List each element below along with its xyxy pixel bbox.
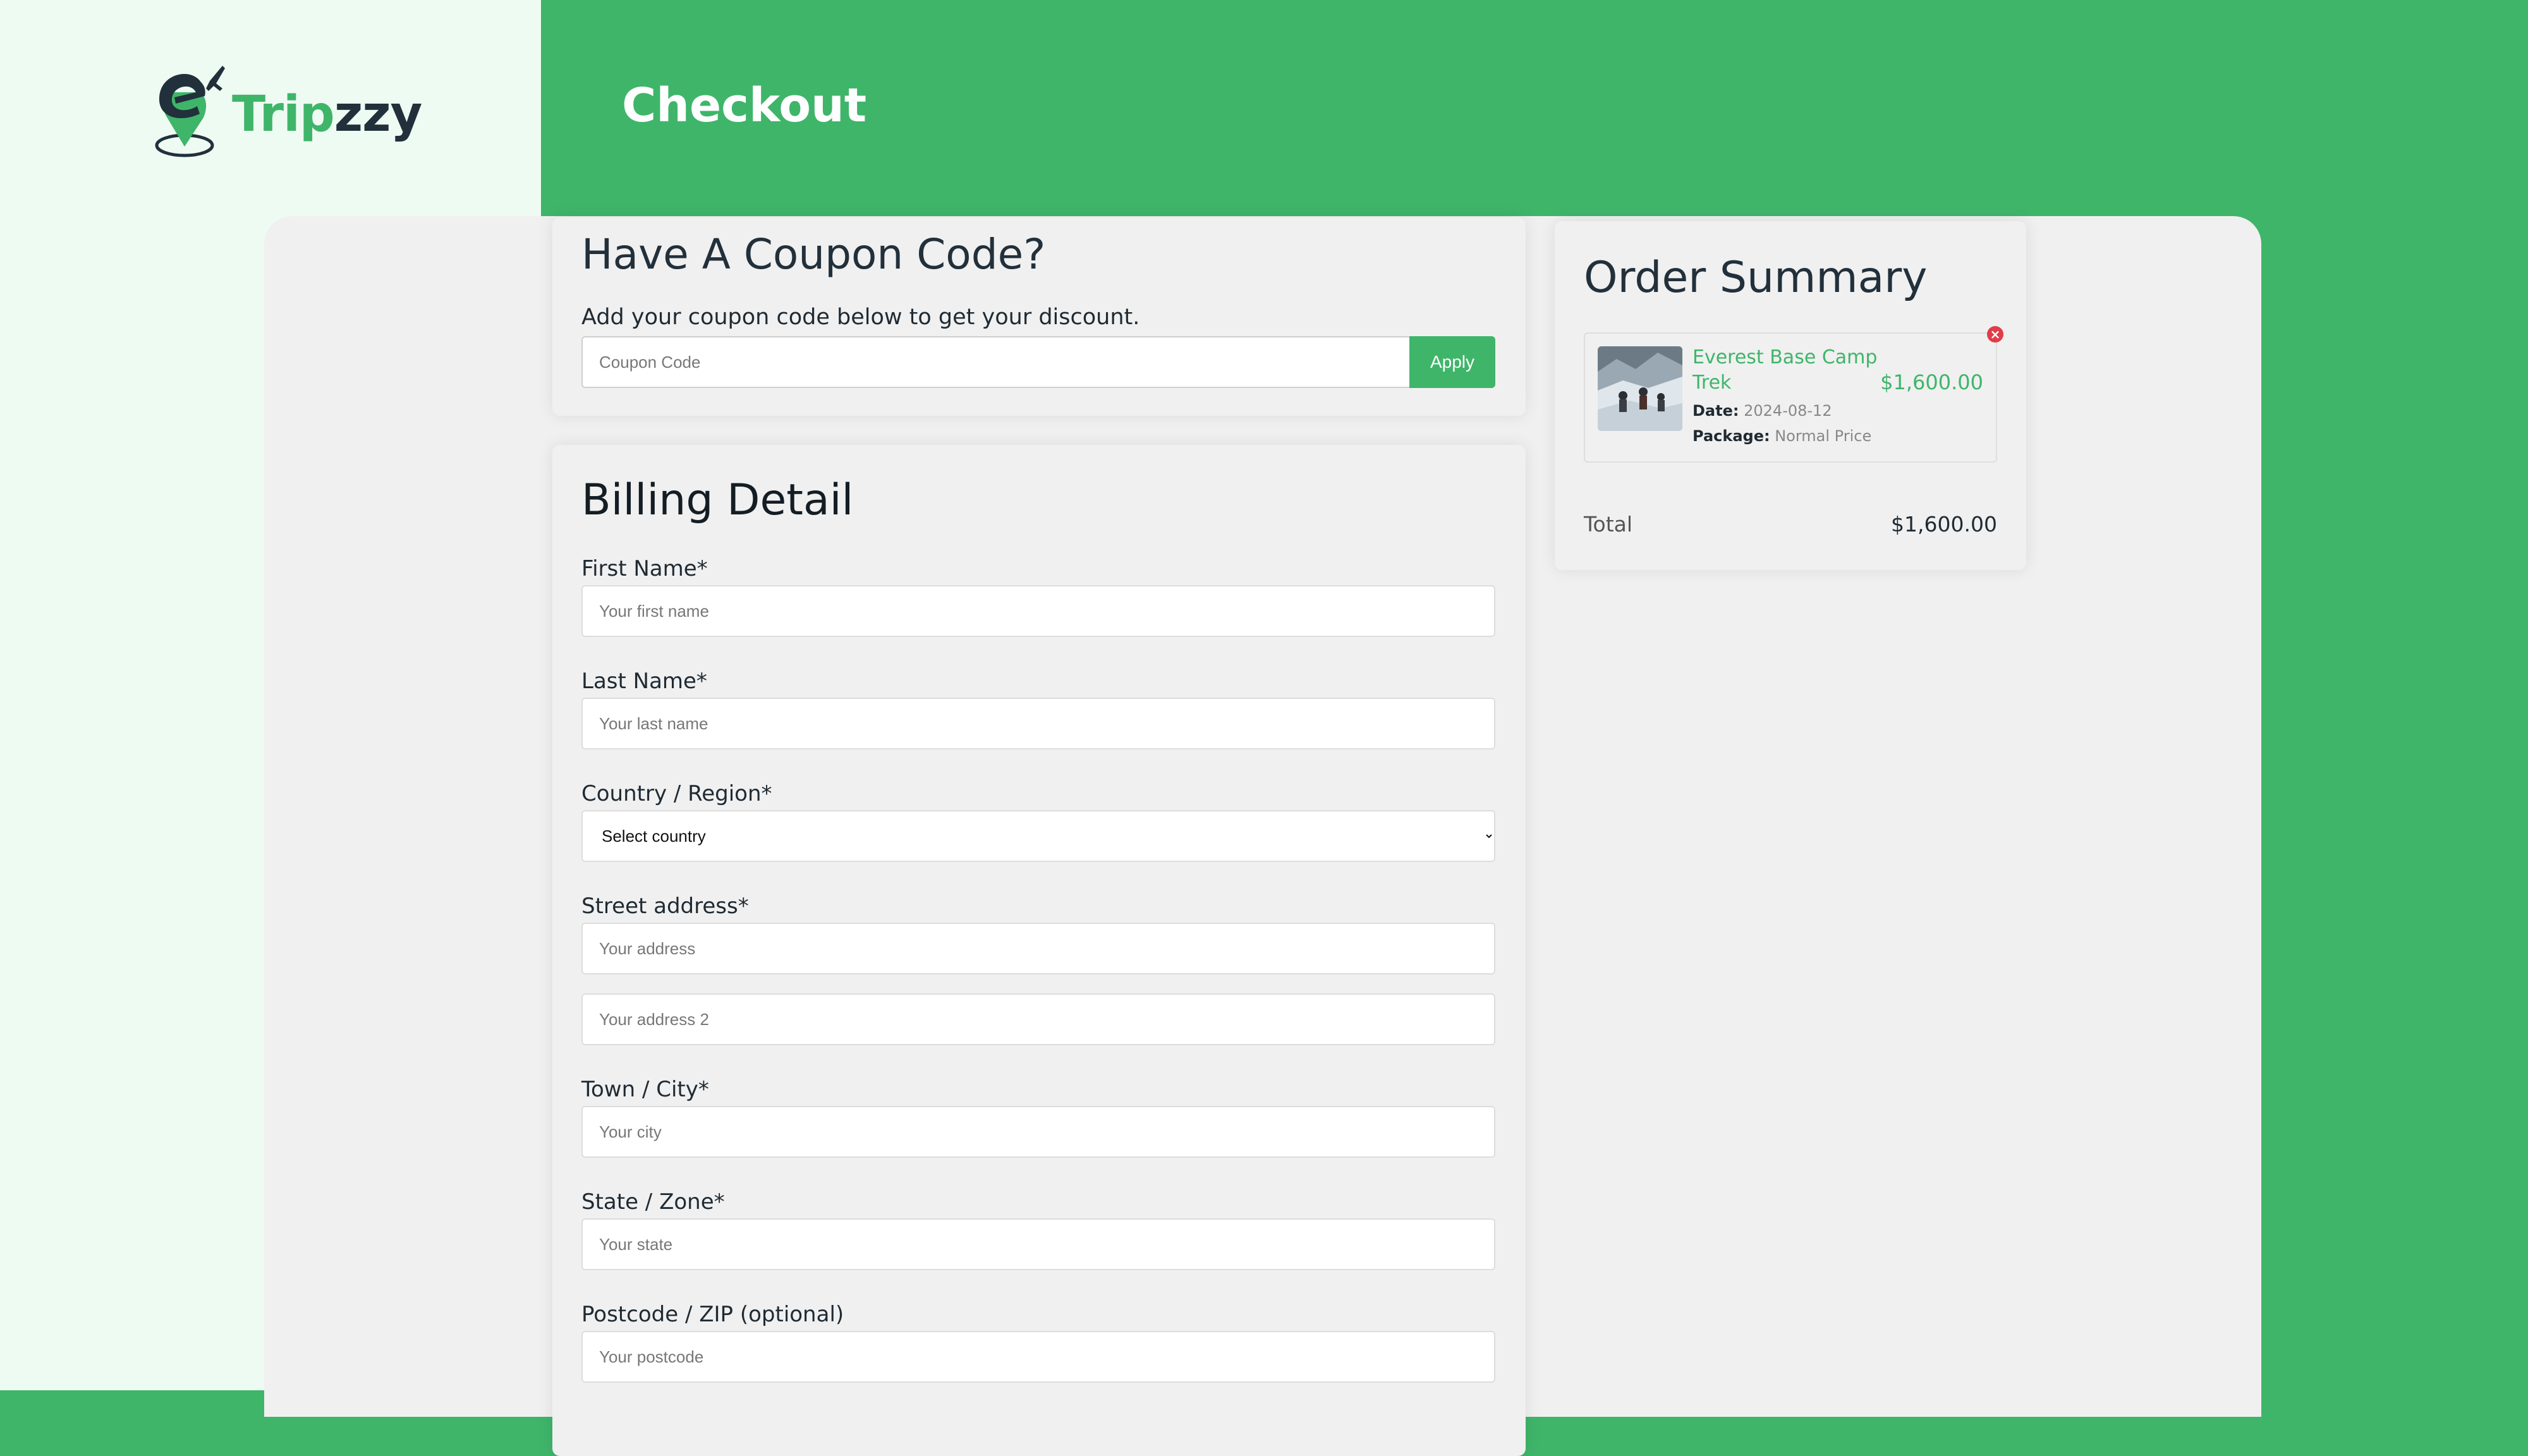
country-label: Country / Region* (581, 781, 772, 806)
coupon-card: Have A Coupon Code? Add your coupon code… (552, 217, 1526, 416)
trip-name-link[interactable]: Everest Base Camp Trek (1692, 345, 1882, 396)
map-pin-plane-icon (155, 66, 225, 157)
checkout-content: Have A Coupon Code? Add your coupon code… (264, 216, 2261, 1456)
order-item: × Everest Base Camp Trek $1,600.00 Date: (1584, 326, 2003, 463)
city-label: Town / City* (581, 1077, 709, 1102)
page-title: Checkout (622, 78, 867, 133)
item-date: Date: 2024-08-12 (1692, 402, 1832, 420)
order-summary-card: Order Summary × Everest Base Camp Trek $… (1555, 221, 2026, 570)
item-package: Package: Normal Price (1692, 427, 1871, 445)
coupon-form: Apply (581, 336, 1495, 388)
last-name-field[interactable] (581, 698, 1495, 749)
total-value: $1,600.00 (1891, 512, 1997, 537)
billing-title: Billing Detail (581, 475, 854, 525)
tripzzy-logo[interactable]: Tripzzy (152, 59, 422, 161)
package-value: Normal Price (1775, 427, 1872, 445)
brand-name: Tripzzy (232, 86, 422, 143)
total-label: Total (1584, 512, 1633, 537)
first-name-label: First Name* (581, 556, 708, 581)
date-label: Date: (1692, 402, 1739, 420)
trip-thumbnail (1598, 346, 1682, 431)
address2-field[interactable] (581, 993, 1495, 1045)
brand-name-part2: zzy (334, 86, 423, 143)
postcode-label: Postcode / ZIP (optional) (581, 1302, 844, 1327)
state-label: State / Zone* (581, 1189, 725, 1215)
brand-name-part1: Trip (232, 86, 335, 143)
city-field[interactable] (581, 1106, 1495, 1158)
street-address-label: Street address* (581, 894, 749, 919)
coupon-code-input[interactable] (581, 336, 1409, 388)
close-circle-icon[interactable]: × (1987, 326, 2003, 343)
coupon-title: Have A Coupon Code? (581, 230, 1046, 279)
apply-coupon-button[interactable]: Apply (1409, 336, 1495, 388)
state-field[interactable] (581, 1218, 1495, 1270)
country-select[interactable]: Select country (581, 810, 1495, 862)
coupon-description: Add your coupon code below to get your d… (581, 305, 1140, 330)
date-value: 2024-08-12 (1744, 402, 1832, 420)
first-name-field[interactable] (581, 585, 1495, 637)
billing-detail-card: Billing Detail First Name* Last Name* Co… (552, 445, 1526, 1456)
order-summary-title: Order Summary (1584, 253, 1928, 303)
postcode-field[interactable] (581, 1331, 1495, 1383)
item-price: $1,600.00 (1880, 370, 1983, 394)
address-field[interactable] (581, 923, 1495, 974)
last-name-label: Last Name* (581, 669, 707, 694)
package-label: Package: (1692, 427, 1770, 445)
